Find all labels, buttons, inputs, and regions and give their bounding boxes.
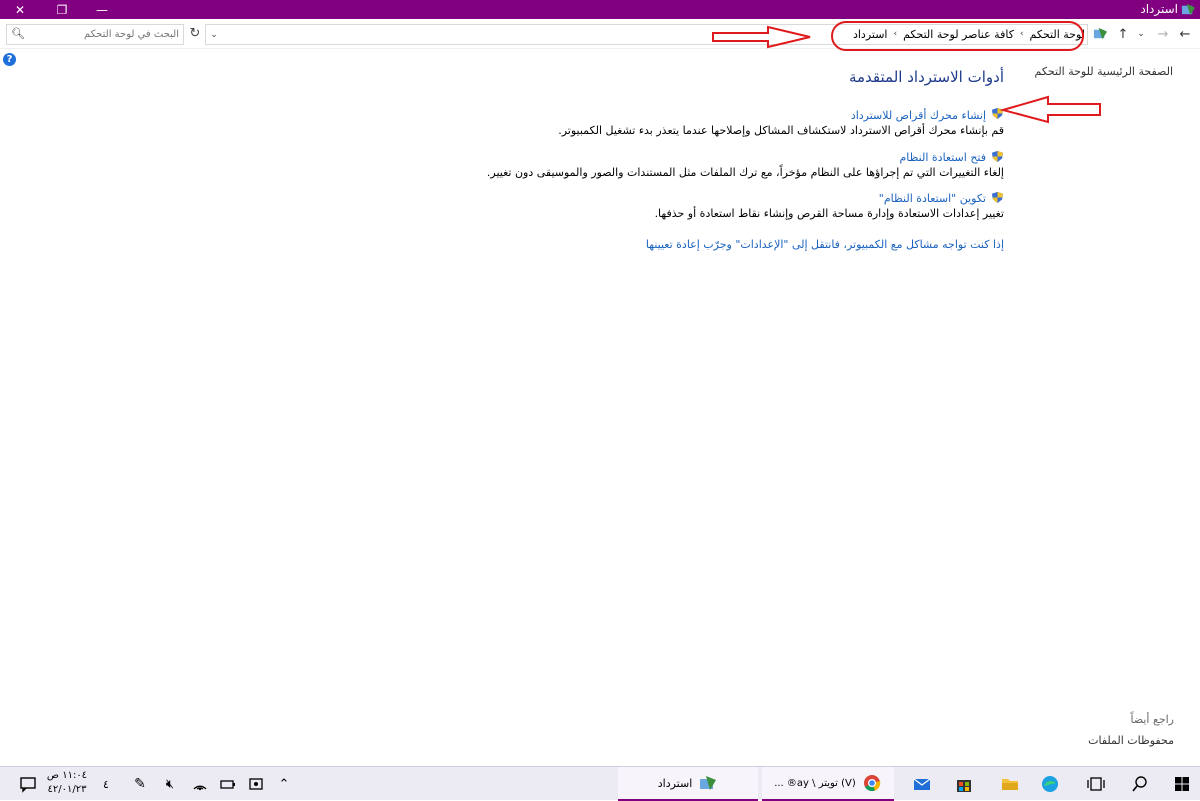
clock-date: ٤٢/٠١/٢٣ — [47, 784, 87, 795]
chevron-icon[interactable]: › — [893, 28, 897, 41]
taskbar-window-label: استرداد — [657, 776, 693, 790]
configure-system-restore-link[interactable]: تكوين "استعادة النظام" — [879, 192, 986, 205]
address-bar[interactable]: لوحة التحكم › كافة عناصر لوحة التحكم › ا… — [205, 24, 1088, 45]
uac-shield-icon — [991, 191, 1004, 204]
file-explorer-icon[interactable] — [994, 767, 1026, 801]
open-system-restore-link[interactable]: فتح استعادة النظام — [900, 151, 987, 164]
close-button[interactable]: ✕ — [0, 0, 40, 19]
forward-arrow-icon[interactable]: → — [1154, 25, 1172, 43]
search-input[interactable] — [29, 27, 179, 42]
battery-icon[interactable] — [214, 767, 242, 801]
notification-count[interactable]: ٤ — [96, 767, 116, 801]
search-icon: 🔍︎ — [11, 27, 25, 40]
task-description: إلغاء التغييرات التي تم إجراؤها على النظ… — [486, 166, 1004, 179]
taskbar-browser-label: (V) تويتر \ ay® ... — [774, 777, 856, 789]
uac-shield-icon — [991, 107, 1004, 120]
taskbar: ١١:٠٤ ص ٤٢/٠١/٢٣ ٤ ✎ 🔇︎ ⌃ استرداد (V) تو… — [0, 766, 1200, 801]
annotation-overlay — [712, 21, 1101, 124]
notifications-icon[interactable] — [14, 767, 42, 801]
recovery-app-icon — [1181, 3, 1196, 16]
up-arrow-icon[interactable]: ↑ — [1114, 25, 1132, 43]
minimize-button[interactable]: — — [82, 0, 122, 19]
recovery-app-icon — [700, 776, 717, 790]
task-description: تغيير إعدادات الاستعادة وإدارة مساحة الق… — [654, 207, 1004, 220]
maximize-button[interactable]: ❐ — [42, 0, 82, 19]
title-bar: ✕ ❐ — استرداد — [0, 0, 1200, 19]
clock-time: ١١:٠٤ ص — [46, 770, 88, 781]
task-description: قم بإنشاء محرك أقراص الاسترداد لاستكشاف … — [558, 124, 1004, 137]
taskbar-search-icon[interactable] — [1124, 767, 1156, 801]
taskbar-recovery-window[interactable]: استرداد — [618, 767, 758, 801]
uac-shield-icon — [991, 150, 1004, 163]
clock[interactable]: ١١:٠٤ ص ٤٢/٠١/٢٣ — [42, 769, 92, 799]
control-panel-home-link[interactable]: الصفحة الرئيسية للوحة التحكم — [1035, 65, 1173, 78]
address-dropdown-icon[interactable]: ⌄ — [206, 25, 222, 44]
pen-icon[interactable]: ✎ — [126, 767, 154, 801]
file-history-link[interactable]: محفوظات الملفات — [1088, 734, 1174, 747]
start-icon[interactable] — [1166, 767, 1198, 801]
edge-icon[interactable] — [1034, 767, 1066, 801]
store-icon[interactable] — [948, 767, 980, 801]
crumb-recovery[interactable]: استرداد — [853, 28, 888, 41]
create-recovery-drive-link[interactable]: إنشاء محرك أقراص للاسترداد — [851, 109, 986, 122]
crumb-all-items[interactable]: كافة عناصر لوحة التحكم — [903, 28, 1014, 41]
chevron-icon[interactable]: › — [1020, 28, 1024, 41]
window-title: استرداد — [1140, 2, 1178, 16]
search-box[interactable]: 🔍︎ — [6, 24, 184, 45]
recent-dropdown-icon[interactable]: ⌄ — [1132, 25, 1150, 43]
see-also-heading: راجع أيضاً — [1130, 713, 1174, 726]
volume-muted-icon[interactable]: 🔇︎ — [156, 767, 184, 801]
wifi-icon[interactable] — [186, 767, 214, 801]
page-title: أدوات الاسترداد المتقدمة — [848, 68, 1004, 86]
task-view-icon[interactable] — [1080, 767, 1112, 801]
taskbar-browser-window[interactable]: (V) تويتر \ ay® ... — [762, 767, 894, 801]
refresh-icon[interactable]: ↻ — [186, 24, 204, 42]
meet-now-icon[interactable] — [242, 767, 270, 801]
breadcrumb: لوحة التحكم › كافة عناصر لوحة التحكم › ا… — [853, 28, 1085, 41]
chrome-icon — [863, 775, 881, 792]
reset-pc-link[interactable]: إذا كنت تواجه مشاكل مع الكمبيوتر، فانتقل… — [646, 238, 1004, 251]
help-icon[interactable]: ? — [3, 53, 16, 66]
show-hidden-icons[interactable]: ⌃ — [270, 767, 298, 801]
mail-icon[interactable] — [906, 767, 938, 801]
back-arrow-icon[interactable]: ← — [1176, 25, 1194, 43]
crumb-control-panel[interactable]: لوحة التحكم — [1030, 28, 1085, 41]
annotation-arrow-left — [999, 95, 1101, 124]
control-panel-icon — [1093, 27, 1108, 40]
